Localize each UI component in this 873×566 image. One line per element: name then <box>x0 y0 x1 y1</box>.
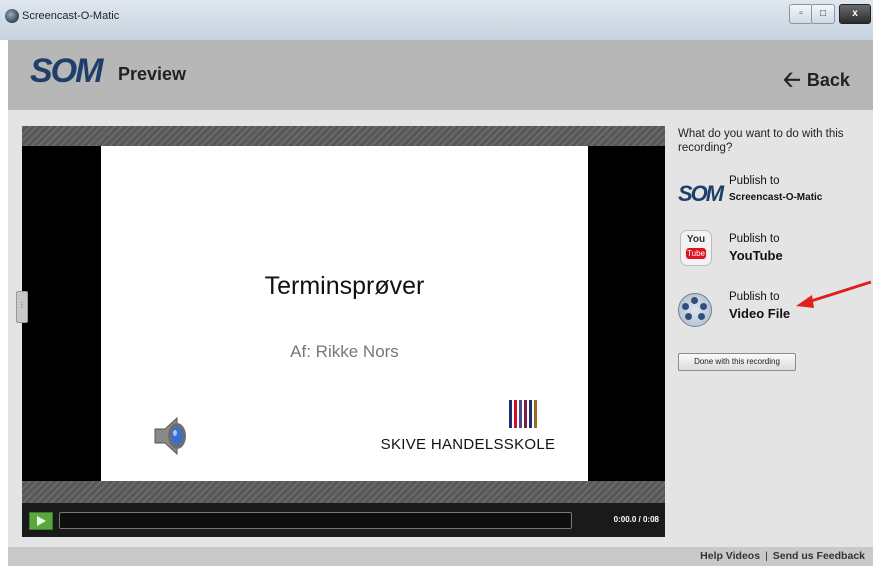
publish-youtube-option[interactable]: You Tube Publish to YouTube <box>678 228 863 272</box>
film-reel-icon <box>678 293 712 327</box>
youtube-icon-tube: Tube <box>686 248 706 259</box>
slide-subtitle: Af: Rikke Nors <box>290 342 399 361</box>
option-line1: Publish to <box>729 175 780 187</box>
school-logo-bars <box>509 400 539 433</box>
done-button[interactable]: Done with this recording <box>678 353 796 371</box>
player-top-bar <box>22 126 665 146</box>
footer-separator: | <box>765 550 768 562</box>
minimize-button[interactable]: ▫ <box>789 4 813 24</box>
som-logo: SOM <box>30 52 103 90</box>
option-line2: Video File <box>729 306 791 321</box>
player-controls: 0:00.0 / 0:08 <box>22 503 665 537</box>
page-title: Preview <box>118 64 187 84</box>
timecode: 0:00.0 / 0:08 <box>613 515 659 524</box>
option-line1: Publish to <box>729 233 780 245</box>
footer: Help Videos | Send us Feedback <box>8 547 873 566</box>
panel-question: What do you want to do with this recordi… <box>678 128 844 154</box>
close-button[interactable]: x <box>839 4 871 24</box>
video-frame: Terminsprøver Af: Rikke Nors SKIVE HANDE… <box>101 146 588 481</box>
red-arrow-annotation <box>796 280 872 308</box>
app-icon <box>5 9 19 23</box>
option-line1: Publish to <box>729 291 780 303</box>
arrow-left-icon: 🡠 <box>783 67 801 92</box>
feedback-link[interactable]: Send us Feedback <box>773 550 865 562</box>
header: SOM Preview 🡠 Back <box>8 40 873 110</box>
seek-bar[interactable] <box>59 512 572 529</box>
player-bottom-bar <box>22 481 665 503</box>
speaker-icon <box>154 416 186 456</box>
school-name: SKIVE HANDELSSKOLE <box>380 436 556 453</box>
maximize-button[interactable]: □ <box>811 4 835 24</box>
main-area: ⋮ Terminsprøver Af: Rikke Nors SKIVE HAN… <box>8 110 873 547</box>
video-player: ⋮ Terminsprøver Af: Rikke Nors SKIVE HAN… <box>16 126 665 537</box>
window-titlebar: Screencast-O-Matic ▫ □ x <box>0 0 873 40</box>
youtube-icon: You Tube <box>680 230 712 266</box>
play-button[interactable] <box>29 512 53 530</box>
help-videos-link[interactable]: Help Videos <box>700 550 760 562</box>
youtube-icon-you: You <box>686 234 706 245</box>
som-logo-icon: SOM <box>678 181 724 206</box>
option-line2: Screencast-O-Matic <box>729 192 823 203</box>
publish-screencast-o-matic-option[interactable]: SOM Publish to Screencast-O-Matic <box>678 170 863 214</box>
side-handle[interactable]: ⋮ <box>16 291 28 323</box>
back-button[interactable]: 🡠 Back <box>783 63 850 101</box>
slide-title: Terminsprøver <box>264 272 425 300</box>
window-title: Screencast-O-Matic <box>22 10 120 22</box>
footer-links: Help Videos | Send us Feedback <box>700 550 865 562</box>
back-label: Back <box>806 70 850 90</box>
option-line2: YouTube <box>729 248 783 263</box>
